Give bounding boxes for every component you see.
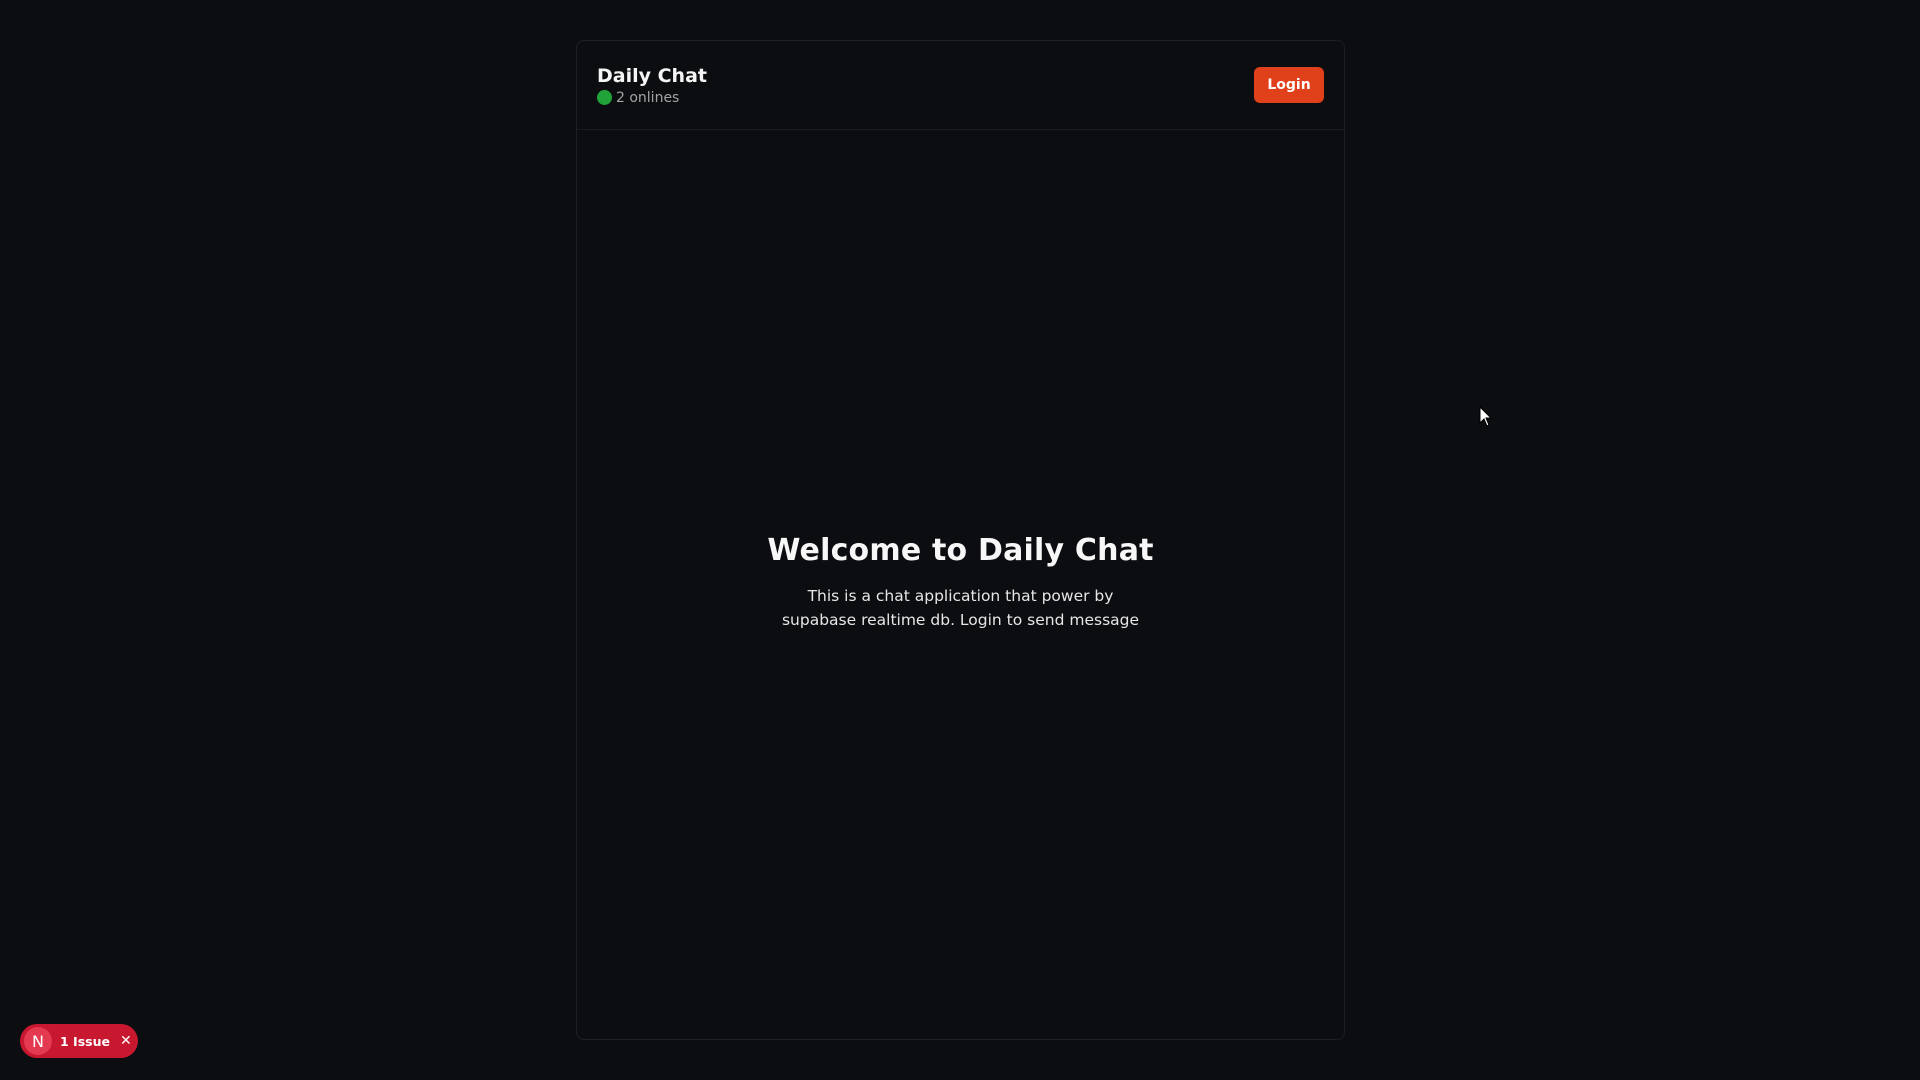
chat-card: Daily Chat 2 onlines Login Welcome to Da…: [576, 40, 1345, 1040]
close-icon[interactable]: ✕: [120, 1033, 132, 1049]
nextjs-logo-icon[interactable]: N: [24, 1027, 52, 1055]
issue-badge[interactable]: N 1 Issue ✕: [20, 1024, 138, 1058]
chat-header: Daily Chat 2 onlines Login: [577, 41, 1344, 130]
login-button[interactable]: Login: [1254, 67, 1324, 103]
issue-label[interactable]: 1 Issue: [60, 1034, 110, 1049]
welcome-description: This is a chat application that power by…: [781, 587, 1140, 629]
header-info: Daily Chat 2 onlines: [597, 65, 707, 106]
online-count: 2 onlines: [616, 89, 680, 106]
online-dot-icon: [597, 90, 612, 105]
welcome-section: Welcome to Daily Chat This is a chat app…: [577, 533, 1344, 632]
app-title: Daily Chat: [597, 64, 707, 87]
welcome-title: Welcome to Daily Chat: [767, 533, 1154, 568]
online-status: 2 onlines: [597, 90, 707, 106]
mouse-cursor-icon: [1479, 406, 1493, 427]
